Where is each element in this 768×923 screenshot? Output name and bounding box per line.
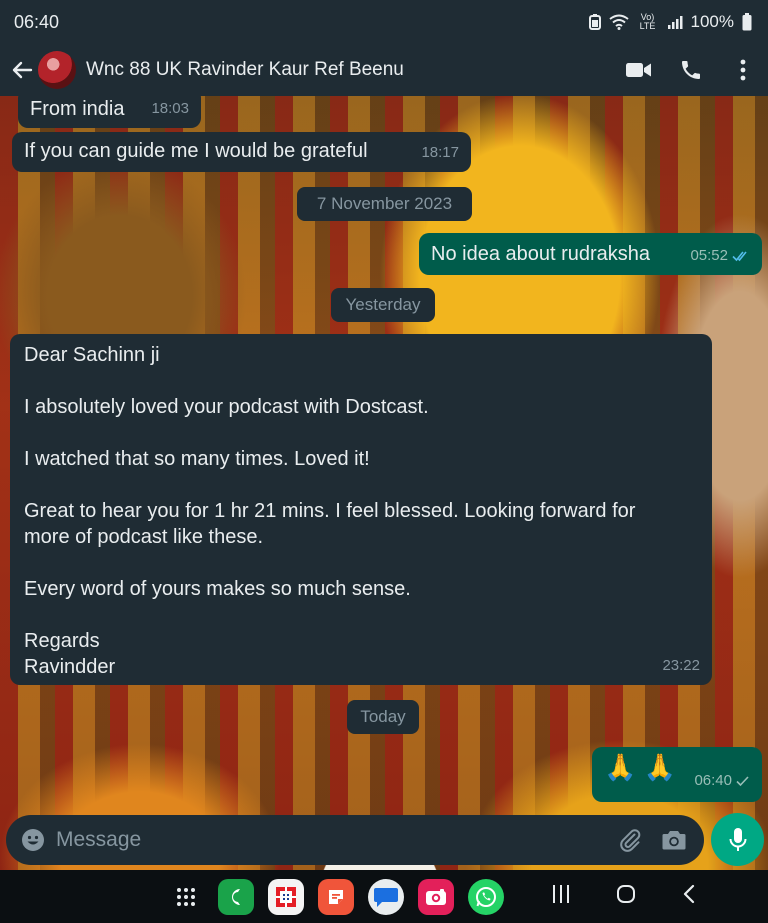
battery-percent: 100% <box>690 12 734 31</box>
message-line: Dear Sachinn ji <box>24 344 160 366</box>
app-drawer-icon[interactable] <box>168 879 204 915</box>
message-time: 06:40 <box>694 766 750 796</box>
navigation-bar <box>0 870 768 923</box>
phone-app-icon[interactable] <box>218 878 254 915</box>
video-call-icon[interactable] <box>624 55 654 85</box>
message-blank <box>24 550 698 576</box>
message-text: If you can guide me I would be grateful <box>24 140 368 162</box>
header-actions <box>624 44 758 96</box>
mic-icon <box>729 827 746 851</box>
message-input-bar <box>6 815 704 865</box>
contact-name[interactable]: Wnc 88 UK Ravinder Kaur Ref Beenu <box>86 59 404 81</box>
date-chip: Today <box>347 700 419 734</box>
message-line: more of podcast like these. <box>24 526 264 548</box>
message-incoming[interactable]: If you can guide me I would be grateful … <box>12 132 471 172</box>
message-time: 18:17 <box>421 144 459 161</box>
message-incoming[interactable]: Dear Sachinn ji I absolutely loved your … <box>10 334 712 685</box>
app-dock <box>168 870 504 923</box>
message-blank <box>24 472 698 498</box>
message-incoming[interactable]: From india 18:03 <box>18 96 201 128</box>
status-bar: 06:40 Vo) LTE 100% <box>0 0 768 44</box>
message-time-text: 06:40 <box>694 772 732 789</box>
message-time: 23:22 <box>662 657 700 674</box>
camera-icon[interactable] <box>652 815 696 865</box>
phone-icon[interactable] <box>676 55 706 85</box>
status-indicators: Vo) LTE 100% <box>588 12 752 32</box>
camera-app-icon[interactable] <box>418 878 454 915</box>
message-line: I absolutely loved your podcast with Dos… <box>24 396 429 418</box>
message-line: I watched that so many times. Loved it! <box>24 448 370 470</box>
message-input[interactable] <box>56 828 608 852</box>
messages-app-icon[interactable] <box>368 878 404 915</box>
single-check-icon <box>736 776 749 787</box>
date-chip: Yesterday <box>331 288 435 322</box>
message-line: Every word of yours makes so much sense. <box>24 578 411 600</box>
chat-area[interactable]: From india 18:03 If you can guide me I w… <box>0 96 768 870</box>
message-line: Regards <box>24 630 100 652</box>
battery-saver-icon <box>588 14 601 30</box>
more-vert-icon[interactable] <box>728 55 758 85</box>
message-outgoing[interactable]: 🙏 🙏 06:40 <box>592 747 762 802</box>
back-icon[interactable] <box>682 884 696 909</box>
double-check-icon <box>732 251 747 262</box>
notes-app-icon[interactable] <box>318 878 354 915</box>
status-time: 06:40 <box>14 11 60 32</box>
message-blank <box>24 368 698 394</box>
message-line: Great to hear you for 1 hr 21 mins. I fe… <box>24 500 636 522</box>
message-text: From india <box>30 98 125 120</box>
message-line: Ravindder <box>24 656 116 678</box>
system-nav-keys <box>552 870 696 923</box>
message-time-text: 05:52 <box>690 247 728 264</box>
home-icon[interactable] <box>616 884 636 909</box>
whatsapp-app-icon[interactable] <box>468 878 504 915</box>
message-time: 18:03 <box>151 100 189 117</box>
message-blank <box>24 602 698 628</box>
recents-icon[interactable] <box>552 884 570 909</box>
message-text: 🙏 🙏 <box>604 752 676 782</box>
emoji-icon[interactable] <box>10 815 56 865</box>
battery-icon <box>742 13 752 31</box>
avatar[interactable] <box>38 51 76 89</box>
message-outgoing[interactable]: No idea about rudraksha 05:52 <box>419 233 762 275</box>
message-blank <box>24 420 698 446</box>
wifi-icon <box>608 14 629 30</box>
attach-icon[interactable] <box>608 815 652 865</box>
chat-header: Wnc 88 UK Ravinder Kaur Ref Beenu <box>0 44 768 96</box>
back-arrow-icon[interactable] <box>6 50 38 90</box>
volte-label: Vo) LTE <box>639 12 656 31</box>
message-text: No idea about rudraksha <box>431 243 651 265</box>
mic-button[interactable] <box>711 813 764 866</box>
date-chip: 7 November 2023 <box>297 187 472 221</box>
signal-icon <box>667 16 683 29</box>
composer <box>0 813 768 870</box>
bank-app-icon[interactable] <box>268 878 304 915</box>
message-time: 05:52 <box>690 243 750 269</box>
